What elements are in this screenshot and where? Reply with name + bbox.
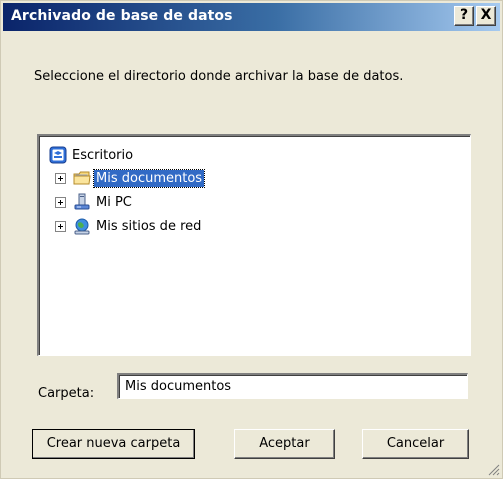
tree-node-label: Mis documentos bbox=[92, 168, 206, 188]
desktop-icon bbox=[49, 146, 67, 164]
tree-node-mi-pc[interactable]: Mi PC bbox=[55, 192, 134, 212]
network-places-icon bbox=[73, 217, 91, 235]
tree-node-mis-sitios-de-red[interactable]: Mis sitios de red bbox=[55, 216, 203, 236]
folder-input[interactable] bbox=[117, 373, 468, 399]
my-computer-icon bbox=[73, 193, 91, 211]
window-title: Archivado de base de datos bbox=[11, 8, 233, 24]
help-button[interactable]: ? bbox=[454, 6, 474, 26]
title-bar[interactable]: Archivado de base de datos ? X bbox=[3, 3, 500, 31]
tree-node-label: Mis sitios de red bbox=[96, 218, 202, 234]
tree-node-mis-documentos[interactable]: Mis documentos bbox=[55, 168, 206, 188]
expand-toggle[interactable] bbox=[55, 172, 66, 184]
ok-button[interactable]: Aceptar bbox=[234, 429, 335, 459]
my-documents-folder-icon bbox=[73, 169, 91, 187]
archive-database-dialog: Archivado de base de datos ? X Seleccion… bbox=[0, 0, 503, 479]
folder-label: Carpeta: bbox=[38, 386, 95, 401]
instruction-text: Seleccione el directorio donde archivar … bbox=[34, 69, 404, 84]
resize-grip-icon[interactable] bbox=[486, 462, 500, 476]
tree-node-label: Mi PC bbox=[96, 194, 132, 210]
expand-toggle[interactable] bbox=[55, 196, 66, 208]
close-button[interactable]: X bbox=[476, 6, 496, 26]
tree-node-label: Escritorio bbox=[72, 147, 134, 163]
folder-tree[interactable]: Escritorio Mis documentos Mi PC Mis siti… bbox=[37, 134, 471, 356]
cancel-button[interactable]: Cancelar bbox=[362, 429, 469, 459]
new-folder-button[interactable]: Crear nueva carpeta bbox=[32, 429, 195, 459]
expand-toggle[interactable] bbox=[55, 220, 66, 232]
tree-node-escritorio[interactable]: Escritorio bbox=[49, 145, 135, 165]
